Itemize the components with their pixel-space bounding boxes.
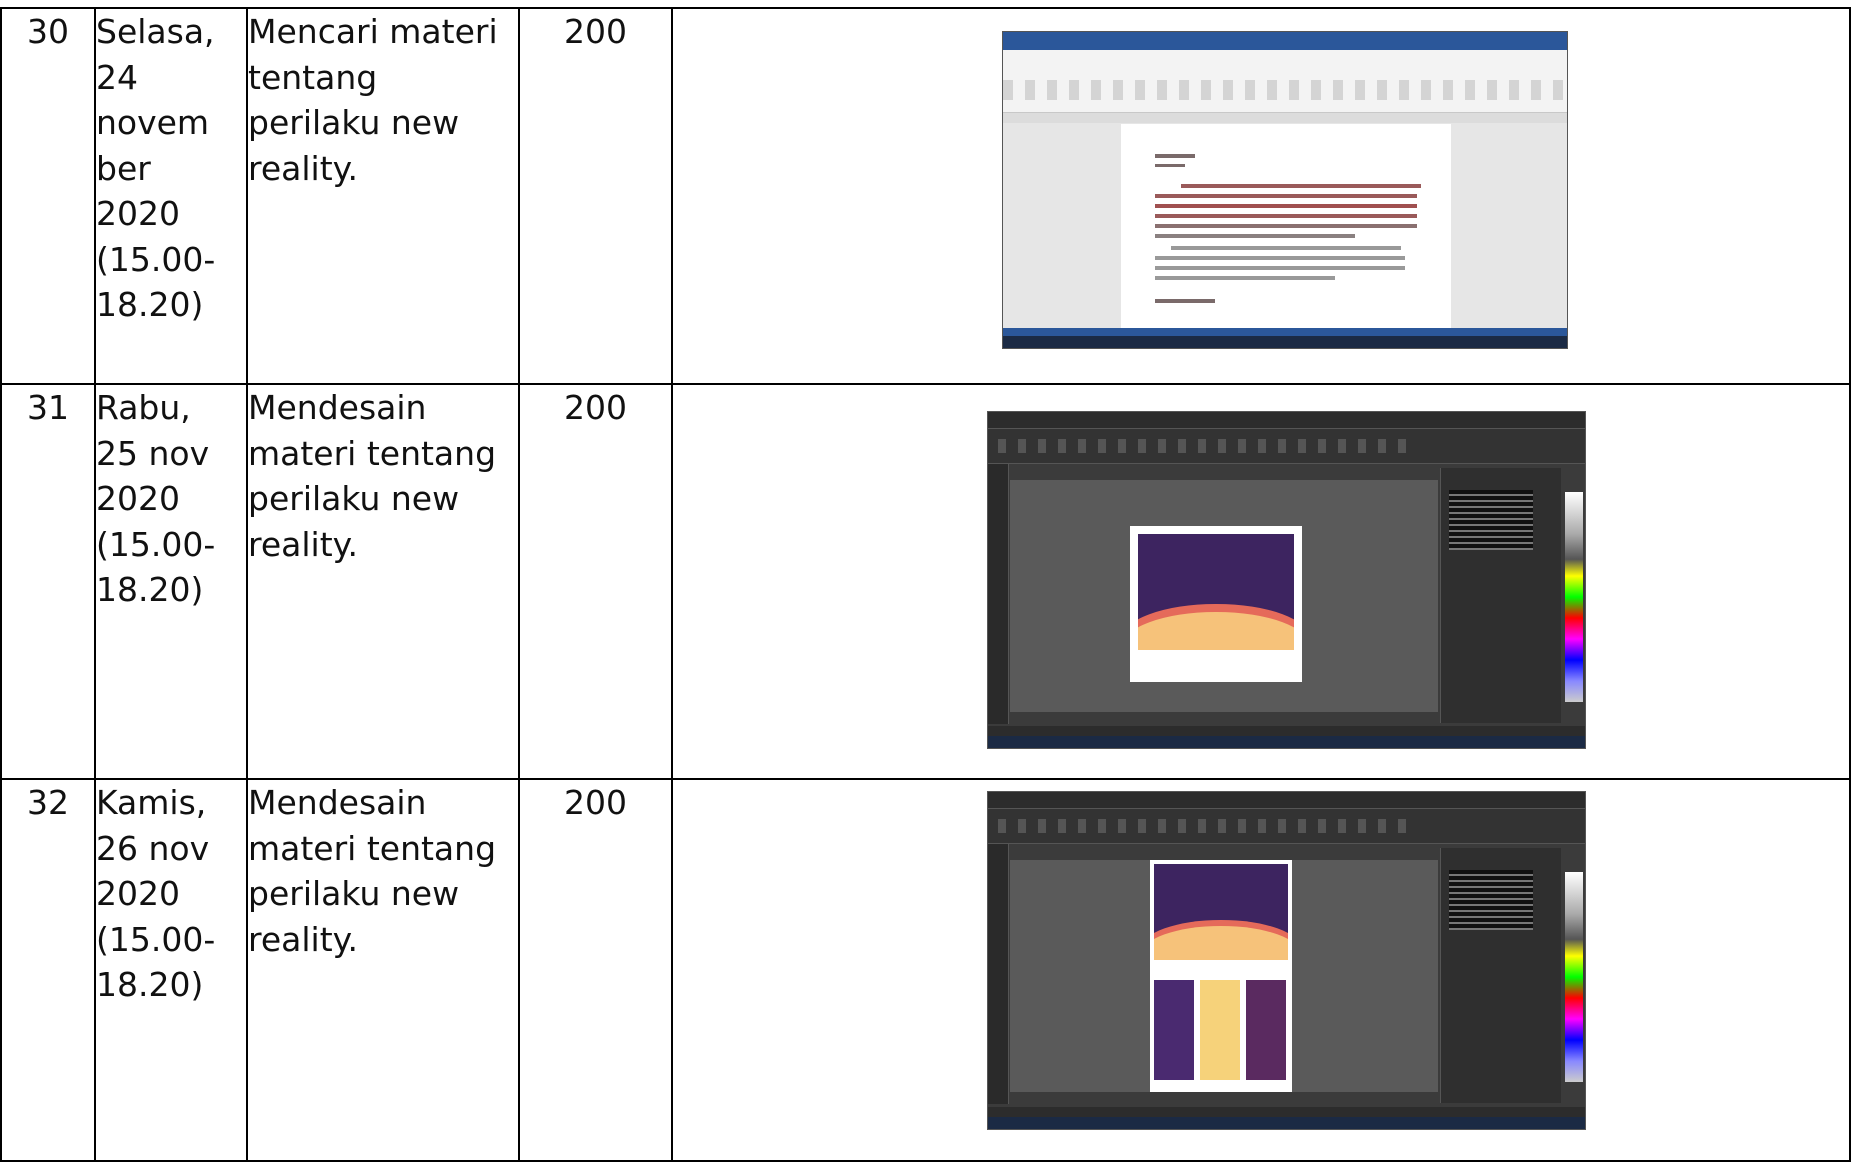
- row-evidence: [671, 778, 1851, 1162]
- row-number: 30: [0, 7, 96, 385]
- row-date: Kamis, 26 nov 2020 (15.00- 18.20): [94, 778, 248, 1162]
- row-activity: Mendesain materi tentang perilaku new re…: [246, 383, 520, 780]
- table-row: 31 Rabu, 25 nov 2020 (15.00- 18.20) Mend…: [0, 383, 1851, 780]
- activity-log-table: 30 Selasa, 24 novem ber 2020 (15.00- 18.…: [0, 7, 1851, 1162]
- word-screenshot-image: [1003, 32, 1567, 348]
- coreldraw-screenshot-image: [988, 412, 1585, 748]
- row-date: Rabu, 25 nov 2020 (15.00- 18.20): [94, 383, 248, 780]
- row-minutes: 200: [518, 7, 673, 385]
- row-number: 32: [0, 778, 96, 1162]
- row-evidence: [671, 7, 1851, 385]
- row-activity: Mencari materi tentang perilaku new real…: [246, 7, 520, 385]
- row-minutes: 200: [518, 778, 673, 1162]
- coreldraw-screenshot-image: [988, 792, 1585, 1129]
- row-evidence: [671, 383, 1851, 780]
- table-row: 32 Kamis, 26 nov 2020 (15.00- 18.20) Men…: [0, 778, 1851, 1162]
- row-number: 31: [0, 383, 96, 780]
- table-row: 30 Selasa, 24 novem ber 2020 (15.00- 18.…: [0, 7, 1851, 385]
- row-date: Selasa, 24 novem ber 2020 (15.00- 18.20): [94, 7, 248, 385]
- row-minutes: 200: [518, 383, 673, 780]
- row-activity: Mendesain materi tentang perilaku new re…: [246, 778, 520, 1162]
